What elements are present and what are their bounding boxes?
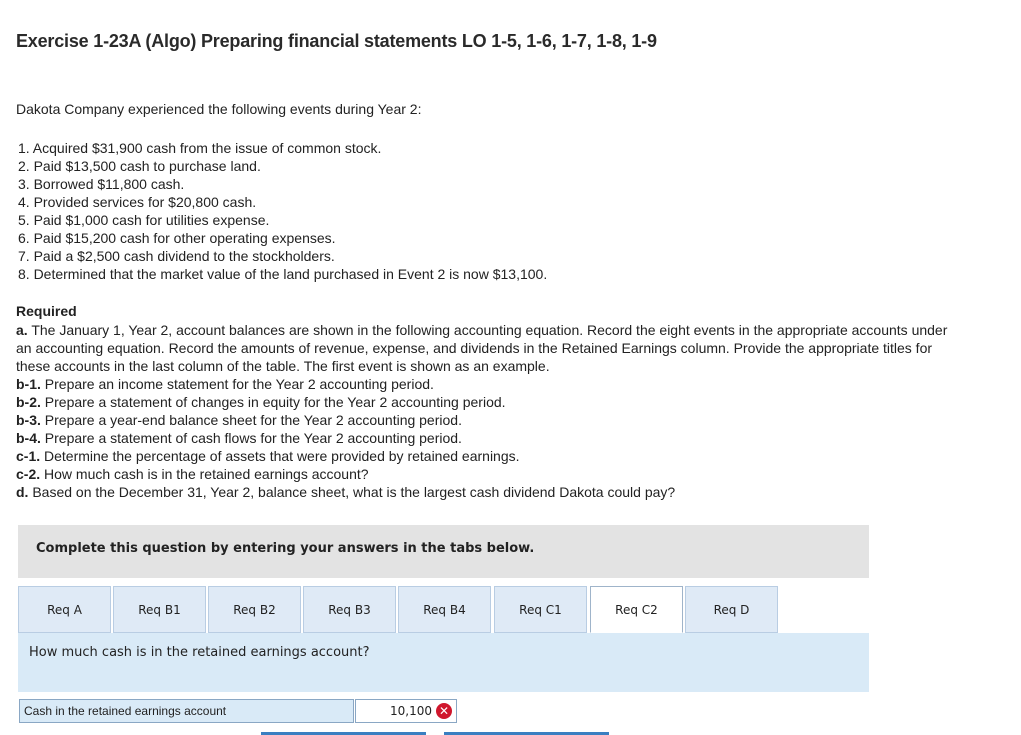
intro-text: Dakota Company experienced the following… [16, 101, 422, 117]
tab-req-c1[interactable]: Req C1 [494, 586, 587, 633]
requirement-item: c-2. How much cash is in the retained ea… [16, 465, 956, 483]
event-item: 4. Provided services for $20,800 cash. [18, 194, 257, 210]
exercise-title: Exercise 1-23A (Algo) Preparing financia… [16, 31, 657, 51]
requirement-label: d. [16, 484, 29, 500]
required-heading: Required [16, 303, 77, 319]
event-item: 8. Determined that the market value of t… [18, 266, 548, 282]
requirement-label: c-2. [16, 466, 41, 482]
answer-input[interactable]: 10,100 ✕ [355, 699, 457, 723]
question-panel: How much cash is in the retained earning… [18, 633, 869, 692]
requirement-label: b-1. [16, 376, 41, 392]
requirement-label: b-2. [16, 394, 41, 410]
requirement-item: b-2. Prepare a statement of changes in e… [16, 393, 956, 411]
requirement-item: a. The January 1, Year 2, account balanc… [16, 321, 956, 375]
event-item: 7. Paid a $2,500 cash dividend to the st… [18, 248, 335, 264]
requirement-item: c-1. Determine the percentage of assets … [16, 447, 956, 465]
requirement-label: c-1. [16, 448, 41, 464]
requirement-label: a. [16, 322, 28, 338]
tab-req-b4[interactable]: Req B4 [398, 586, 491, 633]
requirement-item: b-1. Prepare an income statement for the… [16, 375, 956, 393]
event-item: 3. Borrowed $11,800 cash. [18, 176, 185, 192]
requirement-item: b-3. Prepare a year-end balance sheet fo… [16, 411, 956, 429]
event-item: 6. Paid $15,200 cash for other operating… [18, 230, 336, 246]
event-item: 1. Acquired $31,900 cash from the issue … [18, 140, 382, 156]
tab-req-d[interactable]: Req D [685, 586, 778, 633]
instructions-banner: Complete this question by entering your … [18, 525, 869, 578]
requirement-item: d. Based on the December 31, Year 2, bal… [16, 483, 956, 501]
requirement-text: Based on the December 31, Year 2, balanc… [28, 484, 676, 500]
event-item: 2. Paid $13,500 cash to purchase land. [18, 158, 261, 174]
requirement-tabs: Req A Req B1 Req B2 Req B3 Req B4 Req C1… [18, 586, 869, 633]
tab-req-b2[interactable]: Req B2 [208, 586, 301, 633]
answer-label: Cash in the retained earnings account [19, 699, 354, 723]
question-text: How much cash is in the retained earning… [29, 645, 370, 660]
instructions-text: Complete this question by entering your … [36, 541, 535, 556]
requirement-text: Prepare a year-end balance sheet for the… [40, 412, 462, 428]
events-list: 1. Acquired $31,900 cash from the issue … [18, 139, 547, 283]
requirement-text: The January 1, Year 2, account balances … [16, 322, 948, 374]
incorrect-x-icon: ✕ [436, 703, 452, 719]
answer-value[interactable]: 10,100 [390, 704, 432, 718]
requirement-text: How much cash is in the retained earning… [40, 466, 369, 482]
requirement-label: b-4. [16, 430, 41, 446]
requirement-text: Prepare a statement of cash flows for th… [40, 430, 462, 446]
requirement-label: b-3. [16, 412, 41, 428]
tab-req-c2[interactable]: Req C2 [590, 586, 683, 633]
event-item: 5. Paid $1,000 cash for utilities expens… [18, 212, 270, 228]
requirement-text: Prepare an income statement for the Year… [40, 376, 434, 392]
tab-req-b1[interactable]: Req B1 [113, 586, 206, 633]
requirement-text: Prepare a statement of changes in equity… [40, 394, 506, 410]
requirement-text: Determine the percentage of assets that … [40, 448, 520, 464]
tab-req-a[interactable]: Req A [18, 586, 111, 633]
requirement-item: b-4. Prepare a statement of cash flows f… [16, 429, 956, 447]
requirements-list: a. The January 1, Year 2, account balanc… [16, 321, 956, 501]
tab-req-b3[interactable]: Req B3 [303, 586, 396, 633]
